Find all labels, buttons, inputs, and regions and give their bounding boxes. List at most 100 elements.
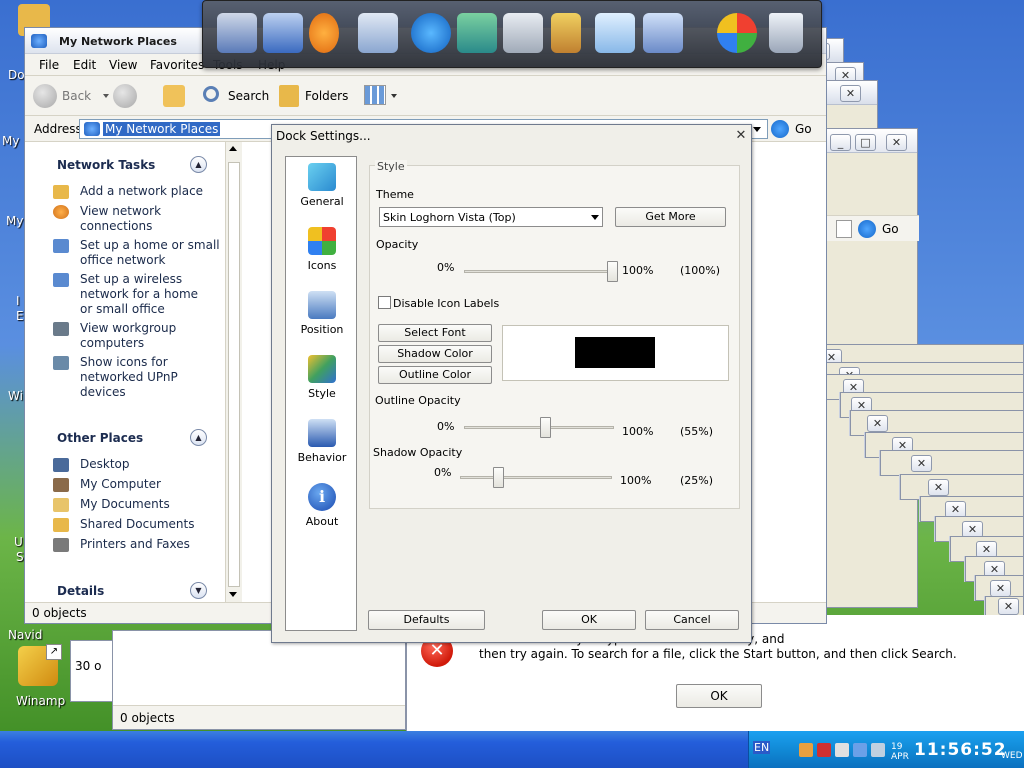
nav-position[interactable]: Position xyxy=(286,291,358,336)
tray-monitor-icon[interactable] xyxy=(871,743,885,757)
nav-icons[interactable]: Icons xyxy=(286,227,358,272)
maximize-button[interactable]: □ xyxy=(855,134,876,151)
language-indicator[interactable]: EN xyxy=(753,741,771,754)
dock-settings-dialog[interactable]: Dock Settings... ✕ General Icons Positio… xyxy=(271,124,752,643)
get-more-button[interactable]: Get More xyxy=(615,207,726,227)
background-window[interactable]: ✕ xyxy=(985,596,1024,616)
scroll-down-icon[interactable] xyxy=(229,592,237,597)
place-link[interactable]: Shared Documents xyxy=(80,517,194,532)
folders-icon[interactable] xyxy=(279,85,299,107)
recycle-bin-icon[interactable] xyxy=(769,13,803,53)
nav-behavior[interactable]: Behavior xyxy=(286,419,358,464)
media-player-icon[interactable] xyxy=(309,13,339,53)
nav-style[interactable]: Style xyxy=(286,355,358,400)
tray-app-icon[interactable] xyxy=(799,743,813,757)
views-icon[interactable] xyxy=(364,85,386,105)
chevron-down-icon[interactable] xyxy=(591,215,599,220)
monitor-icon[interactable] xyxy=(217,13,257,53)
place-link[interactable]: My Computer xyxy=(80,477,161,492)
network-icon[interactable] xyxy=(263,13,303,53)
close-icon[interactable]: ✕ xyxy=(840,85,861,102)
place-link[interactable]: Printers and Faxes xyxy=(80,537,190,552)
close-icon[interactable]: ✕ xyxy=(734,129,748,143)
scroll-up-icon[interactable] xyxy=(229,146,237,151)
tray-volume-icon[interactable] xyxy=(835,743,849,757)
back-arrow-icon[interactable] xyxy=(33,84,57,108)
outline-color-button[interactable]: Outline Color xyxy=(378,366,492,384)
calculator-icon[interactable] xyxy=(503,13,543,53)
minimize-button[interactable]: _ xyxy=(830,134,851,151)
task-link[interactable]: View network connections xyxy=(80,204,190,234)
disable-icon-labels-label[interactable]: Disable Icon Labels xyxy=(393,297,499,310)
task-link[interactable]: View workgroup computers xyxy=(80,321,200,351)
menu-edit[interactable]: Edit xyxy=(73,58,96,72)
search-button[interactable]: Search xyxy=(228,89,269,103)
menu-file[interactable]: File xyxy=(39,58,59,72)
shadow-opacity-slider-track[interactable] xyxy=(460,467,612,488)
pencil-cup-icon[interactable] xyxy=(551,13,581,53)
internet-explorer-icon[interactable] xyxy=(411,13,451,53)
go-label[interactable]: Go xyxy=(882,222,899,236)
error-ok-button[interactable]: OK xyxy=(676,684,762,708)
tray-shield-icon[interactable] xyxy=(817,743,831,757)
outline-opacity-slider-thumb[interactable] xyxy=(540,417,552,438)
windows-update-icon[interactable] xyxy=(717,13,757,53)
go-arrow-icon[interactable] xyxy=(858,220,876,238)
opacity-slider-thumb[interactable] xyxy=(607,261,618,282)
close-icon[interactable]: ✕ xyxy=(990,580,1011,597)
details-header[interactable]: Details xyxy=(57,584,104,598)
task-link[interactable]: Set up a wireless network for a home or … xyxy=(80,272,200,317)
cancel-button[interactable]: Cancel xyxy=(645,610,739,630)
up-folder-icon[interactable] xyxy=(163,85,185,107)
go-button[interactable]: Go xyxy=(795,122,812,136)
scroll-thumb[interactable] xyxy=(228,162,240,587)
dropdown-arrow-icon[interactable] xyxy=(103,94,109,98)
place-link[interactable]: Desktop xyxy=(80,457,130,472)
forward-arrow-icon[interactable] xyxy=(113,84,137,108)
dock-bar[interactable] xyxy=(202,0,822,68)
menu-view[interactable]: View xyxy=(109,58,137,72)
background-explorer[interactable]: 0 objects xyxy=(112,630,406,730)
combo-arrow[interactable] xyxy=(836,220,852,238)
close-icon[interactable]: ✕ xyxy=(867,415,888,432)
task-link[interactable]: Show icons for networked UPnP devices xyxy=(80,355,190,400)
network-tasks-header[interactable]: Network Tasks xyxy=(57,158,155,172)
documents-icon[interactable] xyxy=(358,13,398,53)
shadow-opacity-slider-thumb[interactable] xyxy=(492,467,504,488)
ok-button[interactable]: OK xyxy=(542,610,636,630)
disable-icon-labels-checkbox[interactable] xyxy=(378,296,391,309)
chevron-down-icon[interactable] xyxy=(753,127,761,132)
shadow-color-button[interactable]: Shadow Color xyxy=(378,345,492,363)
close-icon[interactable]: ✕ xyxy=(911,455,932,472)
tray-network-icon[interactable] xyxy=(853,743,867,757)
nav-general[interactable]: General xyxy=(286,163,358,208)
task-link[interactable]: Set up a home or small office network xyxy=(80,238,220,268)
menu-favorites[interactable]: Favorites xyxy=(150,58,204,72)
place-link[interactable]: My Documents xyxy=(80,497,170,512)
control-panel-icon[interactable] xyxy=(643,13,683,53)
close-icon[interactable]: ✕ xyxy=(998,598,1019,615)
expand-icon[interactable]: ▼ xyxy=(190,582,207,599)
theme-select[interactable]: Skin Loghorn Vista (Top) xyxy=(379,207,603,227)
outline-opacity-slider-track[interactable] xyxy=(464,417,614,438)
other-places-header[interactable]: Other Places xyxy=(57,431,143,445)
close-button[interactable]: ✕ xyxy=(886,134,907,151)
clock-time[interactable]: 11:56:52 xyxy=(914,740,1007,760)
collapse-icon[interactable]: ▲ xyxy=(190,429,207,446)
collapse-icon[interactable]: ▲ xyxy=(190,156,207,173)
select-font-button[interactable]: Select Font xyxy=(378,324,492,342)
search-icon[interactable] xyxy=(203,86,219,102)
go-arrow-icon[interactable] xyxy=(771,120,789,138)
defaults-button[interactable]: Defaults xyxy=(368,610,485,630)
close-icon[interactable]: ✕ xyxy=(928,479,949,496)
winamp-icon[interactable]: ↗ xyxy=(18,644,62,686)
back-button[interactable]: Back xyxy=(62,89,91,103)
opacity-slider-track[interactable] xyxy=(464,261,618,282)
nav-about[interactable]: i About xyxy=(286,483,358,528)
notepad-icon[interactable] xyxy=(595,13,635,53)
scrollbar[interactable] xyxy=(225,142,242,602)
folders-button[interactable]: Folders xyxy=(305,89,348,103)
display-icon[interactable] xyxy=(457,13,497,53)
background-window[interactable]: ✕ xyxy=(880,450,1024,476)
chevron-down-icon[interactable] xyxy=(391,94,397,98)
